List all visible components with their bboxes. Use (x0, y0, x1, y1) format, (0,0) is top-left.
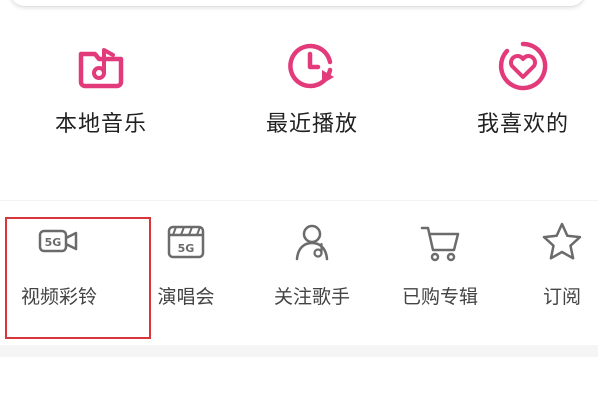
star-icon (542, 222, 582, 260)
heart-circle-icon (498, 41, 548, 91)
followed-singers-label: 关注歌手 (273, 286, 350, 308)
svg-text:5G: 5G (178, 242, 195, 255)
clock-play-icon (288, 43, 334, 89)
favorites-entry[interactable]: 我喜欢的 (443, 40, 598, 140)
recent-play-entry[interactable]: 最近播放 (232, 40, 392, 140)
followed-singers-entry[interactable]: 关注歌手 (262, 220, 362, 320)
singer-person-icon (295, 224, 329, 261)
local-music-entry[interactable]: 本地音乐 (21, 40, 181, 140)
purchased-albums-label: 已购专辑 (401, 286, 478, 308)
concert-entry[interactable]: 5G 演唱会 (150, 220, 222, 320)
5g-concert-icon: 5G (167, 225, 205, 259)
shopping-cart-icon (420, 226, 460, 262)
concert-label: 演唱会 (157, 286, 215, 308)
selection-highlight-box (5, 217, 151, 339)
quick-access-row: 本地音乐 最近播放 我喜欢的 (0, 0, 598, 200)
subscription-label: 订阅 (542, 286, 581, 308)
favorites-label: 我喜欢的 (476, 112, 569, 137)
recent-play-label: 最近播放 (265, 112, 358, 137)
music-folder-icon (78, 48, 124, 89)
local-music-label: 本地音乐 (54, 112, 147, 137)
subscription-entry[interactable]: 订阅 (532, 220, 592, 320)
section-separator-band (0, 345, 598, 357)
purchased-albums-entry[interactable]: 已购专辑 (390, 220, 490, 320)
